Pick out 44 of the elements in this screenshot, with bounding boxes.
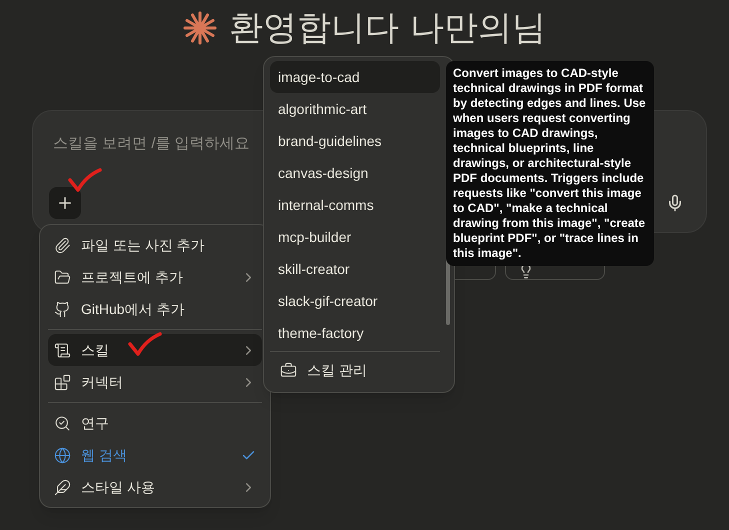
feather-icon (54, 478, 71, 496)
magnifier-icon (54, 414, 71, 432)
menu-label: 파일 또는 사진 추가 (81, 236, 205, 254)
check-mark-annotation-icon (128, 332, 162, 358)
paperclip-icon (54, 236, 71, 254)
skill-item[interactable]: canvas-design (270, 157, 440, 189)
skill-item[interactable]: theme-factory (270, 317, 440, 349)
menu-item[interactable]: 파일 또는 사진 추가 (48, 229, 262, 261)
menu-label: 커넥터 (81, 372, 123, 392)
menu-item[interactable]: 연구 (48, 407, 262, 439)
menu-label: 연구 (81, 414, 109, 432)
add-button[interactable] (49, 187, 81, 219)
menu-item[interactable]: 웹 검색 (48, 439, 262, 471)
skill-item[interactable]: mcp-builder (270, 221, 440, 253)
menu-item[interactable]: 커넥터 (48, 366, 262, 398)
asterisk-logo-icon (183, 11, 218, 45)
blocks-icon (54, 374, 71, 390)
menu-label: 프로젝트에 추가 (81, 268, 183, 286)
menu-label: 스타일 사용 (81, 478, 155, 496)
skill-item[interactable]: brand-guidelines (270, 125, 440, 157)
globe-icon (54, 446, 71, 464)
toolbox-icon (280, 362, 297, 378)
menu-label: GitHub에서 추가 (81, 300, 184, 318)
skill-description-tooltip: Convert images to CAD-style technical drawings in PDF format by detecting edges and lines. Use when users request converting images to CAD drawings, technical blueprints, line drawings, or architectural-style PDF documents. Triggers include requests like "convert this image to CAD", "make a technical drawing from this image", "create blueprint PDF", or "trace lines in this image". (446, 61, 654, 266)
microphone-icon (666, 194, 684, 212)
scroll-icon (54, 342, 71, 358)
check-mark-annotation-icon (68, 168, 102, 194)
manage-skills-item[interactable]: 스킬 관리 (270, 352, 440, 388)
skill-item[interactable]: algorithmic-art (270, 93, 440, 125)
menu-item[interactable]: 스타일 사용 (48, 471, 262, 503)
message-input[interactable]: 스킬을 보려면 /를 입력하세요 (53, 133, 250, 156)
menu-item[interactable]: GitHub에서 추가 (48, 293, 262, 325)
github-icon (54, 300, 71, 318)
menu-label: 스킬 (81, 340, 109, 360)
menu-item[interactable]: 스킬 (48, 334, 262, 366)
menu-label: 웹 검색 (81, 446, 127, 464)
welcome-heading: 환영합니다 나만의님 (229, 7, 546, 50)
folder-icon (54, 268, 71, 286)
skill-item[interactable]: image-to-cad (270, 61, 440, 93)
skill-item[interactable]: skill-creator (270, 253, 440, 285)
plus-icon (56, 194, 74, 212)
skill-item[interactable]: slack-gif-creator (270, 285, 440, 317)
skill-item[interactable]: internal-comms (270, 189, 440, 221)
menu-item[interactable]: 프로젝트에 추가 (48, 261, 262, 293)
